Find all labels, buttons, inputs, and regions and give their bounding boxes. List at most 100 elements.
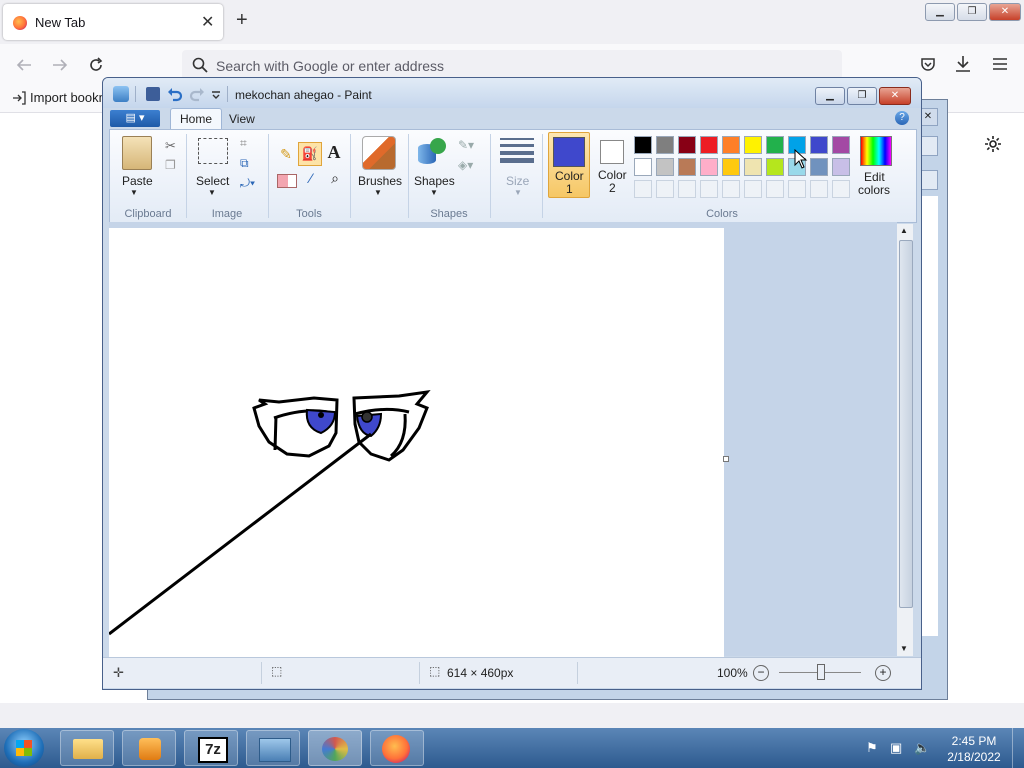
rotate-icon[interactable]: ⤾▾ [240,176,255,191]
firefox-icon[interactable] [370,730,424,766]
back-icon[interactable] [16,58,32,72]
paste-button[interactable]: Paste [122,174,153,188]
media-player-icon[interactable] [122,730,176,766]
fill-shape-icon[interactable]: ◈▾ [458,158,473,172]
download-icon[interactable] [955,55,971,73]
palette-swatch[interactable] [766,136,784,154]
edit-colors-label-2[interactable]: colors [858,183,890,197]
paste-icon[interactable] [122,136,152,170]
palette-swatch[interactable] [766,158,784,176]
palette-swatch[interactable] [832,136,850,154]
redo-icon[interactable] [189,86,205,102]
save-icon[interactable] [146,87,160,101]
palette-empty-swatch[interactable] [810,180,828,198]
palette-swatch[interactable] [634,136,652,154]
palette-empty-swatch[interactable] [766,180,784,198]
palette-empty-swatch[interactable] [788,180,806,198]
photo-viewer-icon[interactable] [246,730,300,766]
palette-empty-swatch[interactable] [722,180,740,198]
minimize-button[interactable]: ▁ [925,3,955,21]
palette-swatch[interactable] [722,158,740,176]
palette-empty-swatch[interactable] [832,180,850,198]
text-icon[interactable]: A [324,142,344,164]
cut-icon[interactable]: ✂ [165,138,176,154]
address-bar[interactable]: Search with Google or enter address [182,50,842,80]
palette-swatch[interactable] [678,136,696,154]
forward-icon[interactable] [52,58,68,72]
palette-swatch[interactable] [700,158,718,176]
color-picker-icon[interactable]: ⁄ [302,170,320,188]
paint-minimize-button[interactable]: ▁ [815,87,845,105]
palette-swatch[interactable] [656,136,674,154]
network-icon[interactable]: ▣ [890,740,902,756]
import-bookmarks-button[interactable]: Import bookm [12,90,109,105]
paint-restore-button[interactable]: ❐ [847,87,877,105]
palette-empty-swatch[interactable] [678,180,696,198]
select-button[interactable]: Select [196,174,229,188]
brushes-dropdown-icon[interactable]: ▼ [374,188,382,197]
palette-swatch[interactable] [810,158,828,176]
zoom-in-icon[interactable]: + [875,665,891,681]
size-button[interactable]: Size [506,174,529,188]
brushes-icon[interactable] [362,136,396,170]
help-icon[interactable]: ? [895,111,909,125]
start-button[interactable] [4,729,44,767]
outline-icon[interactable]: ✎▾ [458,138,474,152]
shapes-dropdown-icon[interactable]: ▼ [430,188,438,197]
edit-colors-label[interactable]: Edit [864,170,885,184]
palette-swatch[interactable] [810,136,828,154]
restore-button[interactable]: ❐ [957,3,987,21]
palette-swatch[interactable] [722,136,740,154]
size-icon[interactable] [500,138,534,163]
palette-empty-swatch[interactable] [656,180,674,198]
palette-swatch[interactable] [700,136,718,154]
show-desktop-button[interactable] [1012,728,1024,768]
paint-icon[interactable] [308,730,362,766]
pencil-icon[interactable]: ✎ [276,144,296,164]
crop-icon[interactable]: ⌗ [240,136,247,151]
settings-icon[interactable] [984,135,1002,153]
size-dropdown-icon[interactable]: ▼ [514,188,522,197]
select-icon[interactable] [198,138,228,164]
zoom-slider-thumb[interactable] [817,664,825,680]
eraser-icon[interactable] [277,174,297,188]
paint-menu-button[interactable]: ▤ ▾ [110,110,160,127]
drawing-canvas[interactable] [108,228,729,658]
explorer-icon[interactable] [60,730,114,766]
palette-empty-swatch[interactable] [634,180,652,198]
tab-new-tab[interactable]: New Tab ✕ [3,4,223,40]
new-tab-button[interactable]: + [236,10,248,30]
clock-date[interactable]: 2/18/2022 [944,750,1004,764]
tab-close-icon[interactable]: ✕ [201,12,214,32]
palette-swatch[interactable] [832,158,850,176]
scrollbar-thumb[interactable] [899,240,913,608]
scroll-up-icon[interactable]: ▲ [900,226,908,235]
customize-qat-icon[interactable] [211,90,221,100]
tab-home[interactable]: Home [170,108,222,130]
pocket-icon[interactable] [920,56,936,72]
palette-swatch[interactable] [744,136,762,154]
scroll-down-icon[interactable]: ▼ [900,644,908,653]
brushes-button[interactable]: Brushes [358,174,402,188]
action-center-icon[interactable]: ⚑ [866,740,878,756]
edit-colors-icon[interactable] [860,136,892,166]
palette-swatch[interactable] [634,158,652,176]
volume-icon[interactable]: 🔈 [914,740,930,756]
reload-icon[interactable] [88,57,104,73]
canvas-resize-handle[interactable] [723,456,729,462]
paste-dropdown-icon[interactable]: ▼ [130,188,138,197]
palette-swatch[interactable] [678,158,696,176]
shapes-button[interactable]: Shapes [414,174,455,188]
copy-icon[interactable]: ❐ [165,158,176,172]
resize-icon[interactable]: ⧉ [240,156,249,171]
zoom-out-icon[interactable]: − [753,665,769,681]
palette-swatch[interactable] [744,158,762,176]
close-button[interactable]: ✕ [989,3,1021,21]
undo-icon[interactable] [167,86,183,102]
shapes-icon[interactable] [418,138,448,166]
menu-icon[interactable] [992,57,1008,71]
tab-view[interactable]: View [229,112,255,126]
paint-app-icon[interactable] [113,86,129,102]
color1-button[interactable]: Color 1 [548,132,590,198]
palette-empty-swatch[interactable] [700,180,718,198]
